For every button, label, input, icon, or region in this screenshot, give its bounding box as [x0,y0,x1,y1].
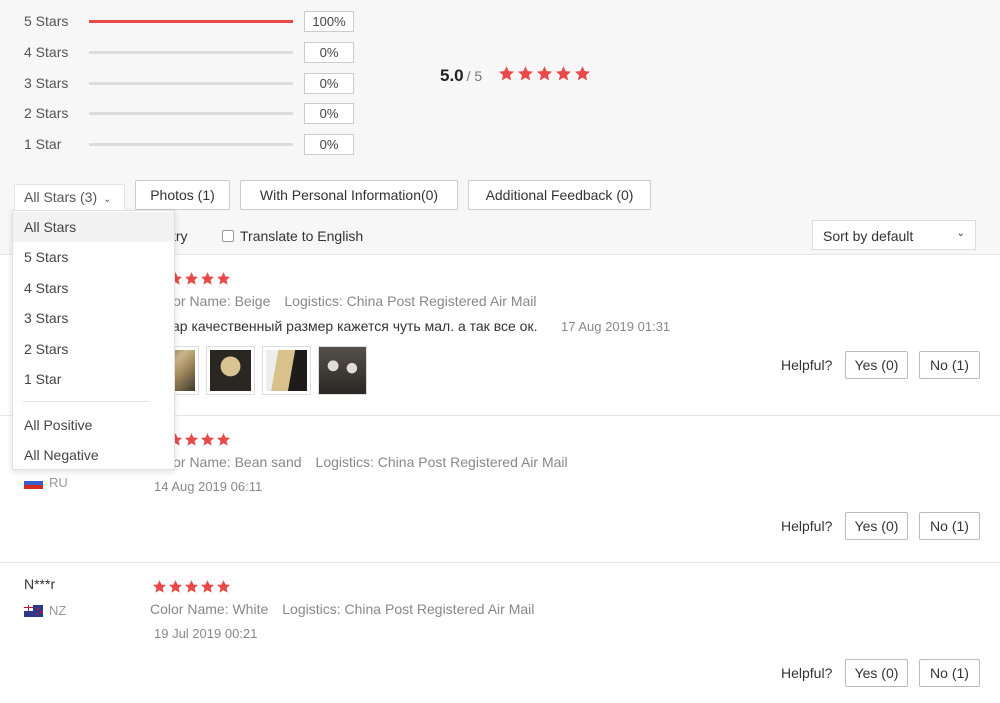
helpful-label: Helpful? [781,357,833,373]
review-color: lor Name: Bean sand [170,454,302,470]
review-photo[interactable] [318,346,367,395]
rating-percent: 100% [304,11,354,32]
photos-filter-button[interactable]: Photos (1) [135,180,230,210]
star-icon [200,271,215,286]
average-stars [498,65,593,82]
average-rating: 5.0 / 5 [440,66,482,86]
reviewer-country: RU [24,475,68,490]
rating-row-3[interactable]: 3 Stars 0% [24,73,364,94]
star-icon [152,579,167,594]
star-icon [168,579,183,594]
review-date: 14 Aug 2019 06:11 [154,479,263,494]
rating-distribution-panel: 5 Stars 100% 4 Stars 0% 3 Stars 0% 2 Sta… [0,0,1000,178]
flag-ru-icon [24,476,43,489]
rating-row-4[interactable]: 4 Stars 0% [24,42,364,63]
star-icon [184,579,199,594]
dropdown-item-5-stars[interactable]: 5 Stars [13,242,174,272]
translate-toggle[interactable]: Translate to English [222,228,363,244]
checkbox-icon[interactable] [222,230,234,242]
review-attributes: lor Name: Beige Logistics: China Post Reg… [170,293,537,309]
rating-bar [89,51,293,54]
star-icon [216,271,231,286]
reviewer-country-code: NZ [49,603,67,618]
reviewer-name: N***r [24,576,56,592]
rating-percent: 0% [304,73,354,94]
star-icon [200,432,215,447]
review-attributes: Color Name: White Logistics: China Post R… [150,601,534,617]
star-icon [200,579,215,594]
review-logistics: Logistics: China Post Registered Air Mai… [315,454,568,470]
rating-bar [89,112,293,115]
helpful-no-button[interactable]: No (1) [919,351,980,379]
rating-bar [89,82,293,85]
rating-row-label: 5 Stars [24,13,69,29]
personal-info-filter-button[interactable]: With Personal Information(0) [240,180,458,210]
rating-row-2[interactable]: 2 Stars 0% [24,103,364,124]
rating-bar-fill [89,20,293,23]
dropdown-divider [23,401,149,402]
dropdown-item-4-stars[interactable]: 4 Stars [13,273,174,303]
review-date: 19 Jul 2019 00:21 [154,626,258,641]
average-rating-value: 5.0 [440,66,464,85]
translate-label: Translate to English [240,228,364,244]
review-logistics: Logistics: China Post Registered Air Mai… [284,293,537,309]
rating-row-label: 2 Stars [24,105,69,121]
sort-select[interactable]: Sort by default ⌄ [812,220,976,250]
star-icon [555,65,572,82]
helpful-label: Helpful? [781,518,833,534]
reviewer-country-code: RU [49,475,68,490]
review-logistics: Logistics: China Post Registered Air Mai… [282,601,535,617]
average-rating-total: / 5 [466,68,483,84]
helpful-yes-button[interactable]: Yes (0) [845,351,908,379]
star-icon [536,65,553,82]
dropdown-item-2-stars[interactable]: 2 Stars [13,334,174,364]
sort-label: Sort by default [823,228,914,244]
stars-filter-label: All Stars (3) [24,189,98,205]
star-icon [574,65,591,82]
review-photos [150,346,374,395]
stars-filter-select[interactable]: All Stars (3) ⌄ [14,184,125,210]
review-item: N***r NZ Color Name: White Logistics: Chi… [0,563,1000,703]
dropdown-item-1-star[interactable]: 1 Star [13,364,174,394]
star-icon [216,579,231,594]
rating-row-label: 4 Stars [24,44,69,60]
helpful-no-button[interactable]: No (1) [919,659,980,687]
rating-percent: 0% [304,103,354,124]
rating-percent: 0% [304,134,354,155]
review-attributes: lor Name: Bean sand Logistics: China Post… [170,454,568,470]
dropdown-item-all-stars[interactable]: All Stars [13,212,174,242]
reviewer-country: NZ [24,603,66,618]
helpful-label: Helpful? [781,665,833,681]
review-color: lor Name: Beige [170,293,271,309]
flag-nz-icon [24,604,43,617]
star-icon [517,65,534,82]
stars-filter-dropdown: All Stars 5 Stars 4 Stars 3 Stars 2 Star… [12,210,175,470]
star-icon [184,271,199,286]
chevron-down-icon: ⌄ [956,228,965,239]
review-photo[interactable] [206,346,255,395]
rating-row-1[interactable]: 1 Star 0% [24,134,364,155]
review-stars [152,579,232,594]
dropdown-item-3-stars[interactable]: 3 Stars [13,303,174,333]
dropdown-item-all-negative[interactable]: All Negative [13,440,174,470]
rating-row-5[interactable]: 5 Stars 100% [24,11,364,32]
star-icon [184,432,199,447]
rating-row-label: 1 Star [24,136,62,152]
rating-bar [89,143,293,146]
star-icon [216,432,231,447]
review-date: 17 Aug 2019 01:31 [561,319,671,334]
review-color: Color Name: White [150,601,269,617]
rating-bar [89,20,293,23]
rating-row-label: 3 Stars [24,75,69,91]
helpful-yes-button[interactable]: Yes (0) [845,659,908,687]
star-icon [498,65,515,82]
chevron-down-icon: ⌄ [103,194,112,205]
rating-percent: 0% [304,42,354,63]
dropdown-item-all-positive[interactable]: All Positive [13,410,174,440]
helpful-yes-button[interactable]: Yes (0) [845,512,908,540]
review-text: ар качественный размер кажется чуть мал.… [172,318,538,334]
helpful-no-button[interactable]: No (1) [919,512,980,540]
review-photo[interactable] [262,346,311,395]
additional-feedback-filter-button[interactable]: Additional Feedback (0) [468,180,651,210]
